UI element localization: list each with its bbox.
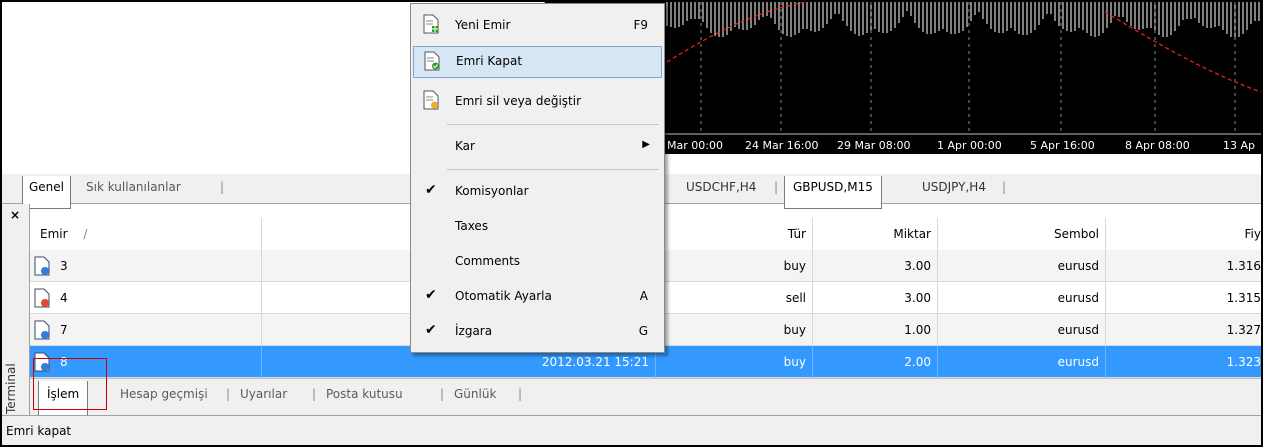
cell-miktar: 3.00 xyxy=(813,282,938,314)
tab-uyarilar[interactable]: Uyarılar xyxy=(240,387,287,401)
menu-shortcut: F9 xyxy=(633,18,648,32)
menu-item-komisyonlar[interactable]: ✔ Komisyonlar xyxy=(413,176,662,208)
menu-label: Yeni Emir xyxy=(455,18,511,32)
cell-sembol: eurusd xyxy=(938,282,1106,314)
time-label: 24 Mar 16:00 xyxy=(745,139,819,152)
time-label: 13 Ap xyxy=(1223,139,1256,152)
checkmark-icon: ✔ xyxy=(425,322,437,338)
cell-fiyat: 1.323 xyxy=(1226,355,1261,369)
menu-label: Comments xyxy=(455,254,521,268)
cell-tur: buy xyxy=(656,346,813,378)
cell-fiyat: 1.315 xyxy=(1226,291,1261,305)
tab-hesap-gecmisi[interactable]: Hesap geçmişi xyxy=(120,387,208,401)
tab-usdchf-h4[interactable]: USDCHF,H4 xyxy=(686,180,756,194)
cell-sembol: eurusd xyxy=(938,346,1106,378)
menu-separator xyxy=(447,124,659,125)
menu-label: Otomatik Ayarla xyxy=(455,289,552,303)
menu-item-emri-kapat[interactable]: Emri Kapat xyxy=(413,46,662,78)
tab-separator: | xyxy=(312,387,317,401)
close-icon[interactable]: × xyxy=(10,208,20,222)
tab-usdjpy-h4[interactable]: USDJPY,H4 xyxy=(922,180,986,194)
menu-label: Emri Kapat xyxy=(456,54,523,68)
cell-miktar: 2.00 xyxy=(813,346,938,378)
terminal-tabs: İşlem Hesap geçmişi | Uyarılar | Posta k… xyxy=(30,378,1261,422)
cell-tur: sell xyxy=(656,282,813,314)
submenu-arrow-icon: ▶ xyxy=(642,139,650,150)
menu-label: Emri sil veya değiştir xyxy=(455,94,582,108)
col-sembol[interactable]: Sembol xyxy=(938,218,1106,250)
time-label: 8 Apr 08:00 xyxy=(1125,139,1190,152)
menu-item-izgara[interactable]: ✔ İzgara G xyxy=(413,316,662,348)
order-buy-icon xyxy=(34,256,50,276)
order-sell-icon xyxy=(34,288,50,308)
context-menu: Yeni Emir F9 Emri Kapat Emri sil veya de… xyxy=(410,3,665,353)
tab-separator: | xyxy=(226,387,231,401)
tab-separator: | xyxy=(518,387,523,401)
tab-separator: | xyxy=(220,180,225,194)
cell-tur: buy xyxy=(656,314,813,346)
cell-miktar: 3.00 xyxy=(813,250,938,282)
cell-sembol: eurusd xyxy=(938,314,1106,346)
menu-item-taxes[interactable]: Taxes xyxy=(413,211,662,243)
menu-shortcut: A xyxy=(639,289,648,303)
menu-shortcut: G xyxy=(638,324,648,338)
sort-icon: / xyxy=(83,227,88,241)
close-order-icon xyxy=(424,51,440,71)
tab-separator: | xyxy=(774,180,779,194)
chart-indicator-line xyxy=(666,2,1261,93)
cell-emir: 4 xyxy=(30,282,262,314)
tab-separator: | xyxy=(440,387,445,401)
col-emir-label: Emir xyxy=(40,227,68,241)
menu-label: Komisyonlar xyxy=(455,184,529,198)
chart-tabs: USDCHF,H4 | GBPUSD,M15 USDJPY,H4 | xyxy=(666,174,1261,209)
menu-label: İzgara xyxy=(455,324,493,338)
tab-posta-kutusu[interactable]: Posta kutusu xyxy=(326,387,403,401)
time-label: 5 Apr 16:00 xyxy=(1030,139,1095,152)
checkmark-icon: ✔ xyxy=(425,182,437,198)
menu-separator xyxy=(447,169,659,170)
modify-order-icon xyxy=(423,90,439,110)
cell-emir: 3 xyxy=(30,250,262,282)
time-label: 29 Mar 08:00 xyxy=(837,139,911,152)
menu-label: Taxes xyxy=(455,219,489,233)
menu-item-kar[interactable]: Kar ▶ xyxy=(413,131,662,163)
menu-label: Kar xyxy=(455,139,475,153)
time-label: Mar 00:00 xyxy=(667,139,723,152)
tab-gbpusd-m15[interactable]: GBPUSD,M15 xyxy=(784,176,882,209)
tab-separator: | xyxy=(1002,180,1007,194)
terminal-sidebar: × Terminal xyxy=(2,204,30,415)
checkmark-icon: ✔ xyxy=(425,287,437,303)
cell-fiyat: 1.316 xyxy=(1226,259,1261,273)
col-miktar[interactable]: Miktar xyxy=(813,218,938,250)
col-tur[interactable]: Tür xyxy=(656,218,813,250)
tab-gunluk[interactable]: Günlük xyxy=(454,387,496,401)
menu-item-yeni-emir[interactable]: Yeni Emir F9 xyxy=(413,10,662,42)
col-fiyat[interactable]: Fiy xyxy=(1106,218,1261,250)
order-buy-icon xyxy=(34,320,50,340)
status-bar: Emri kapat xyxy=(2,415,1261,445)
cell-tur: buy xyxy=(656,250,813,282)
col-emir[interactable]: Emir / xyxy=(30,218,262,250)
menu-item-comments[interactable]: Comments xyxy=(413,246,662,278)
terminal-label: Terminal xyxy=(4,363,18,414)
cell-fiyat: 1.327 xyxy=(1226,323,1261,337)
cell-sembol: eurusd xyxy=(938,250,1106,282)
menu-item-emri-sil[interactable]: Emri sil veya değiştir xyxy=(413,86,662,118)
tab-favorites[interactable]: Sık kullanılanlar xyxy=(86,180,181,194)
highlight-box xyxy=(33,358,107,410)
time-label: 1 Apr 00:00 xyxy=(937,139,1002,152)
cell-emir: 7 xyxy=(30,314,262,346)
cell-miktar: 1.00 xyxy=(813,314,938,346)
menu-item-otomatik-ayarla[interactable]: ✔ Otomatik Ayarla A xyxy=(413,281,662,313)
new-order-icon xyxy=(423,14,439,34)
status-text: Emri kapat xyxy=(6,424,72,438)
